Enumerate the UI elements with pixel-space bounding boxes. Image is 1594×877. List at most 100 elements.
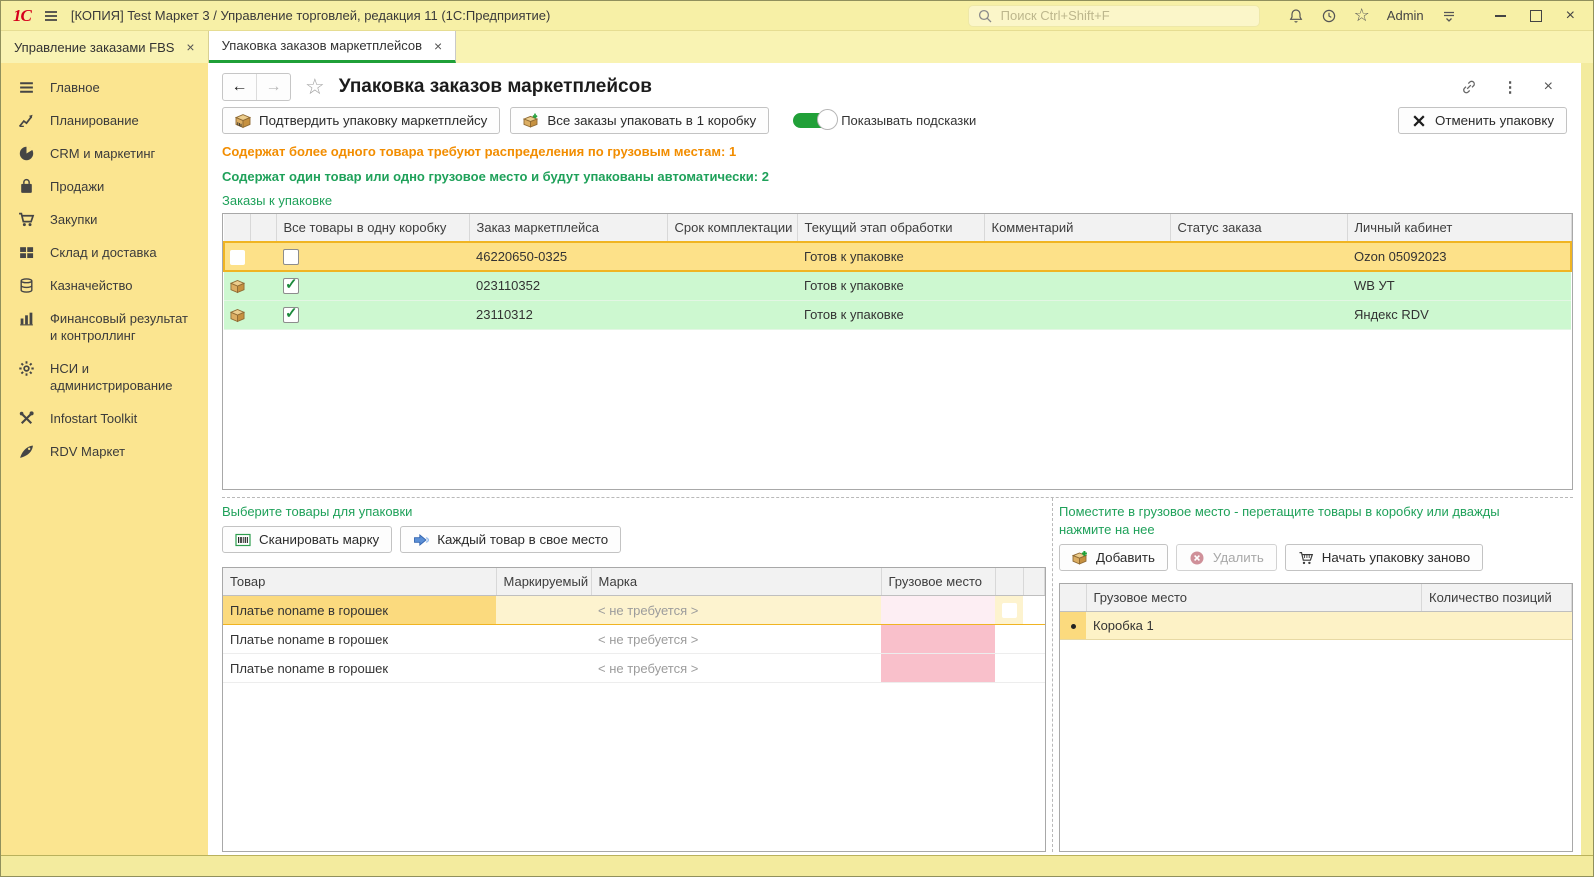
- column-header-marker[interactable]: [1060, 584, 1087, 612]
- user-menu-icon[interactable]: [1441, 8, 1457, 24]
- column-header-cargo[interactable]: Грузовое место: [881, 568, 996, 596]
- sidebar-item-nsi-admin[interactable]: НСИ и администрирование: [1, 352, 208, 402]
- sidebar-item-main[interactable]: Главное: [1, 71, 208, 104]
- column-header-account[interactable]: Личный кабинет: [1347, 214, 1572, 243]
- product-row[interactable]: Платье noname в горошек < не требуется >: [223, 653, 1045, 683]
- favorites-star-icon[interactable]: ☆: [1354, 5, 1370, 26]
- gear-icon: [18, 360, 35, 377]
- tools-icon: [18, 410, 35, 427]
- maximize-button[interactable]: [1529, 9, 1542, 22]
- column-header-stage[interactable]: Текущий этап обработки: [797, 214, 985, 243]
- panel-divider: [1052, 498, 1053, 852]
- show-hints-label: Показывать подсказки: [841, 113, 977, 128]
- products-panel: Выберите товары для упаковки Сканировать…: [222, 498, 1046, 852]
- shopping-cart-icon: [18, 211, 35, 228]
- cargo-row[interactable]: Коробка 1: [1060, 611, 1572, 640]
- sidebar-item-purchases[interactable]: Закупки: [1, 203, 208, 236]
- scan-mark-button[interactable]: Сканировать марку: [222, 526, 393, 553]
- sidebar-item-warehouse[interactable]: Склад и доставка: [1, 236, 208, 269]
- sidebar-item-sales[interactable]: Продажи: [1, 170, 208, 203]
- barcode-icon: [235, 532, 251, 548]
- hint-multiple-items: Содержат более одного товара требуют рас…: [222, 144, 737, 159]
- orders-section-label: Заказы к упаковке: [222, 193, 333, 208]
- user-label[interactable]: Admin: [1387, 8, 1424, 23]
- sidebar-item-infostart[interactable]: Infostart Toolkit: [1, 402, 208, 435]
- minimize-button[interactable]: [1494, 14, 1506, 17]
- cancel-packing-button[interactable]: Отменить упаковку: [1397, 107, 1567, 134]
- pie-chart-icon: [18, 145, 35, 162]
- box-barcode-icon: [235, 113, 251, 129]
- column-header-status[interactable]: Статус заказа: [1170, 214, 1348, 243]
- add-cargo-button[interactable]: Добавить: [1059, 544, 1168, 571]
- confirm-packing-button[interactable]: Подтвердить упаковку маркетплейсу: [222, 107, 501, 134]
- column-header-comment[interactable]: Комментарий: [984, 214, 1171, 243]
- window-close-button[interactable]: ×: [1566, 7, 1575, 23]
- show-hints-toggle[interactable]: [793, 109, 839, 130]
- warehouse-grid-icon: [18, 244, 35, 261]
- link-icon[interactable]: [1461, 79, 1477, 95]
- more-menu-icon[interactable]: ⋮: [1503, 78, 1518, 96]
- column-header-marker[interactable]: [224, 214, 251, 243]
- bar-chart-icon: [18, 310, 35, 327]
- product-row[interactable]: Платье noname в горошек < не требуется >: [223, 624, 1045, 654]
- history-clock-icon[interactable]: [1321, 8, 1337, 24]
- tab-label: Управление заказами FBS: [14, 39, 175, 55]
- order-row[interactable]: 023110352 Готов к упаковке WB УТ: [224, 271, 1571, 301]
- delete-circle-icon: [1189, 550, 1205, 566]
- column-header-marked[interactable]: Маркируемый: [496, 568, 592, 596]
- sidebar-item-crm[interactable]: CRM и маркетинг: [1, 137, 208, 170]
- sidebar-item-rdv[interactable]: RDV Маркет: [1, 435, 208, 468]
- page-title: Упаковка заказов маркетплейсов: [338, 76, 652, 97]
- hint-auto-packed: Содержат один товар или одно грузовое ме…: [222, 169, 769, 184]
- column-header-order[interactable]: Заказ маркетплейса: [469, 214, 668, 243]
- box-icon: [230, 308, 245, 323]
- column-header-pack-all[interactable]: Все товары в одну коробку: [276, 214, 470, 243]
- rocket-icon: [18, 443, 35, 460]
- cargo-panel-label: Поместите в грузовое место - перетащите …: [1059, 504, 1500, 537]
- form-close-icon[interactable]: ×: [1544, 78, 1553, 96]
- shopping-bag-icon: [18, 178, 35, 195]
- search-input[interactable]: [998, 7, 1251, 24]
- tab-fbs-orders[interactable]: Управление заказами FBS ×: [1, 31, 209, 63]
- search-icon: [977, 8, 993, 24]
- pack-all-checkbox[interactable]: [283, 248, 299, 265]
- app-window: 1С [КОПИЯ] Test Маркет 3 / Управление то…: [0, 0, 1594, 877]
- column-header-product[interactable]: Товар: [223, 568, 497, 596]
- window-bottom-frame: [1, 855, 1593, 876]
- main-menu-icon[interactable]: [43, 8, 59, 24]
- column-header-count[interactable]: Количество позиций: [1421, 584, 1572, 612]
- box-icon: [230, 279, 245, 294]
- column-header-deadline[interactable]: Срок комплектации: [667, 214, 798, 243]
- column-header-mark[interactable]: Марка: [591, 568, 882, 596]
- planning-chart-icon: [18, 112, 35, 129]
- tab-close-icon[interactable]: ×: [186, 39, 194, 55]
- orders-table: Все товары в одну коробку Заказ маркетпл…: [222, 213, 1573, 490]
- tab-close-icon[interactable]: ×: [434, 38, 442, 54]
- column-header-marker[interactable]: [995, 568, 1024, 596]
- back-button[interactable]: ←: [223, 74, 256, 100]
- notifications-bell-icon[interactable]: [1288, 8, 1304, 24]
- tab-label: Упаковка заказов маркетплейсов: [221, 38, 423, 53]
- global-search[interactable]: [967, 4, 1260, 27]
- pack-all-one-box-button[interactable]: Все заказы упаковать в 1 коробку: [510, 107, 770, 134]
- sidebar-item-treasury[interactable]: Казначейство: [1, 269, 208, 302]
- order-row[interactable]: 46220650-0325 Готов к упаковке Ozon 0509…: [223, 241, 1572, 272]
- order-row[interactable]: 23110312 Готов к упаковке Яндекс RDV: [224, 300, 1571, 330]
- forward-button[interactable]: →: [256, 74, 290, 100]
- delete-cargo-button[interactable]: Удалить: [1175, 544, 1277, 571]
- sidebar-item-finance[interactable]: Финансовый результат и контроллинг: [1, 302, 208, 352]
- column-header-icon[interactable]: [250, 214, 277, 243]
- column-header-cargo-place[interactable]: Грузовое место: [1086, 584, 1422, 612]
- products-panel-label: Выберите товары для упаковки: [222, 504, 413, 519]
- tab-marketplace-packing[interactable]: Упаковка заказов маркетплейсов ×: [208, 31, 457, 63]
- restart-packing-button[interactable]: Начать упаковку заново: [1284, 544, 1484, 571]
- sidebar-item-planning[interactable]: Планирование: [1, 104, 208, 137]
- current-row-marker: [1001, 603, 1017, 619]
- each-item-own-place-button[interactable]: Каждый товар в свое место: [400, 526, 622, 553]
- product-row[interactable]: Платье noname в горошек < не требуется >: [223, 595, 1045, 625]
- pack-all-checkbox[interactable]: [283, 304, 299, 323]
- pack-all-checkbox[interactable]: [283, 275, 299, 295]
- favorite-page-star-icon[interactable]: ☆: [305, 74, 325, 100]
- sidebar: Главное Планирование CRM и маркетинг Про…: [1, 63, 208, 856]
- current-row-dot: [1070, 624, 1076, 630]
